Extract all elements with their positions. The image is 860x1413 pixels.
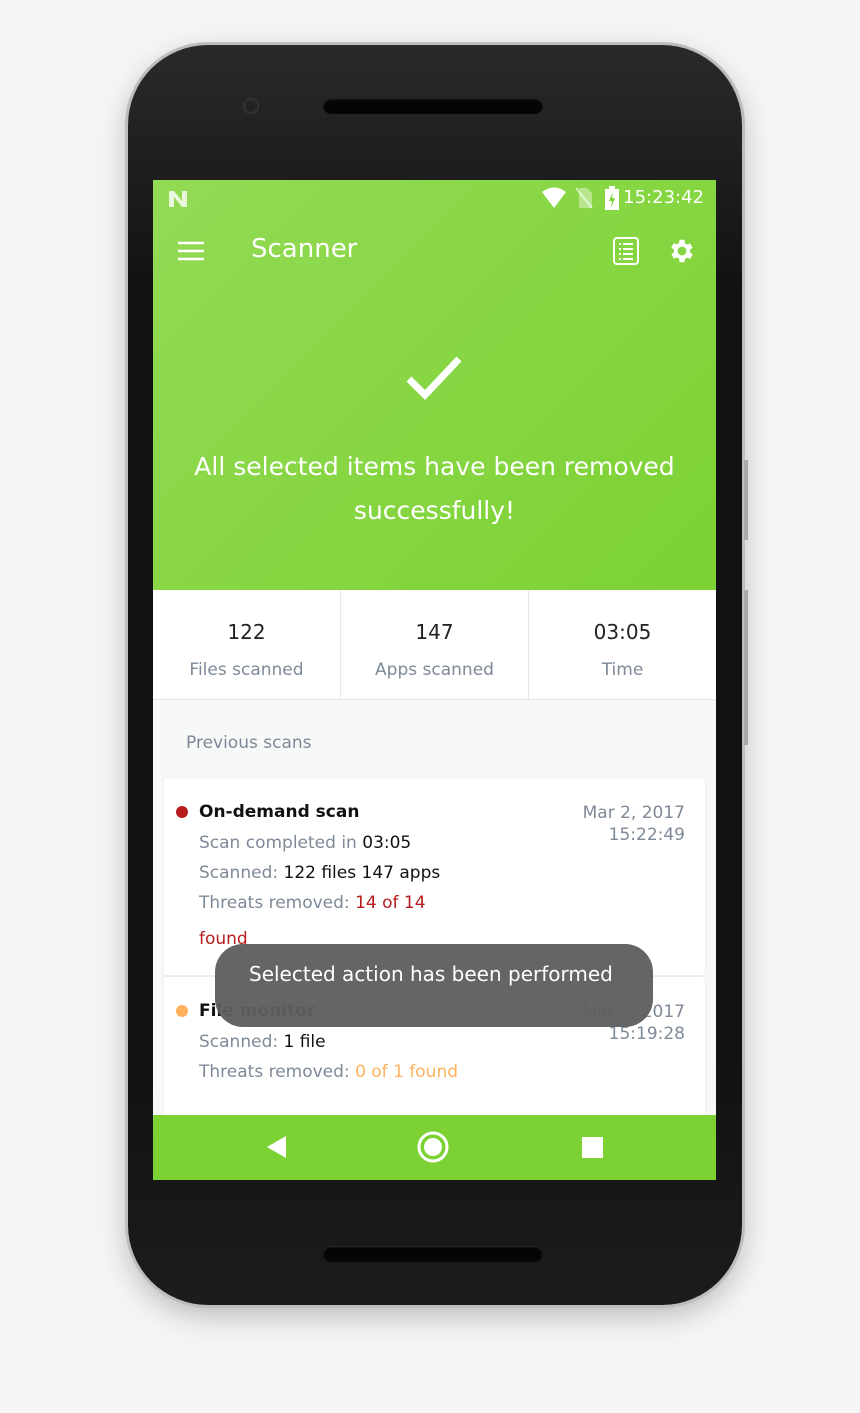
label: Scanned:	[199, 1032, 284, 1052]
threats-removed: Threats removed: 0 of 1 found	[199, 1062, 458, 1082]
scan-result-header: 15:23:42 Scanner All selected items have…	[153, 180, 716, 590]
settings-icon[interactable]	[667, 236, 697, 266]
clock: 15:23:42	[623, 187, 704, 208]
result-message: All selected items have been removed suc…	[194, 452, 675, 525]
label: Scanned:	[199, 863, 284, 883]
n-icon	[169, 191, 187, 207]
value: 14 of 14	[355, 893, 426, 913]
volume-button	[744, 590, 748, 745]
status-dot	[176, 806, 188, 818]
recents-icon[interactable]	[582, 1137, 604, 1159]
stat-label: Apps scanned	[375, 660, 494, 680]
checkmark-icon	[406, 356, 462, 401]
stat-time: 03:05 Time	[529, 590, 716, 699]
scan-time: 15:22:49	[608, 825, 685, 845]
threats-removed: Threats removed: 14 of 14	[199, 893, 426, 913]
scan-count: Scanned: 122 files 147 apps	[199, 863, 440, 883]
stat-value: 122	[227, 620, 266, 644]
back-icon[interactable]	[265, 1135, 287, 1159]
value: 122 files 147 apps	[283, 863, 441, 883]
power-button	[744, 460, 748, 540]
value: 1 file	[283, 1032, 326, 1052]
no-sim-icon	[575, 187, 593, 209]
earpiece-speaker	[323, 98, 543, 114]
report-list-icon[interactable]	[612, 236, 640, 266]
stat-label: Files scanned	[189, 660, 304, 680]
stat-files: 122 Files scanned	[153, 590, 341, 699]
scan-count: Scanned: 1 file	[199, 1032, 326, 1052]
toast-message: Selected action has been performed	[215, 944, 653, 1027]
screen: 15:23:42 Scanner All selected items have…	[153, 180, 716, 1180]
navigation-bar	[153, 1115, 716, 1180]
home-icon[interactable]	[417, 1131, 449, 1163]
front-camera	[243, 98, 259, 114]
scan-title: On-demand scan	[199, 802, 360, 822]
value: 0 of 1 found	[355, 1062, 459, 1082]
battery-charging-icon	[605, 186, 619, 210]
wifi-icon	[542, 187, 566, 208]
status-bar: 15:23:42	[153, 185, 716, 213]
label: Threats removed:	[199, 893, 356, 913]
label: Scan completed in	[199, 833, 363, 853]
stat-label: Time	[601, 660, 644, 680]
previous-scans-heading: Previous scans	[186, 733, 312, 753]
stat-apps: 147 Apps scanned	[341, 590, 529, 699]
bottom-speaker	[323, 1246, 543, 1262]
scan-date: Mar 2, 2017	[582, 803, 685, 823]
scan-stats: 122 Files scanned 147 Apps scanned 03:05 Ti…	[153, 590, 716, 700]
label: Threats removed:	[199, 1062, 356, 1082]
stat-value: 03:05	[593, 620, 652, 644]
page-title: Scanner	[251, 234, 358, 264]
scan-datetime: Mar 2, 2017 15:22:49	[583, 802, 685, 846]
menu-icon[interactable]	[177, 240, 205, 262]
stat-value: 147	[415, 620, 454, 644]
scan-duration: Scan completed in 03:05	[199, 833, 411, 853]
status-dot	[176, 1005, 188, 1017]
value: 03:05	[362, 833, 412, 853]
